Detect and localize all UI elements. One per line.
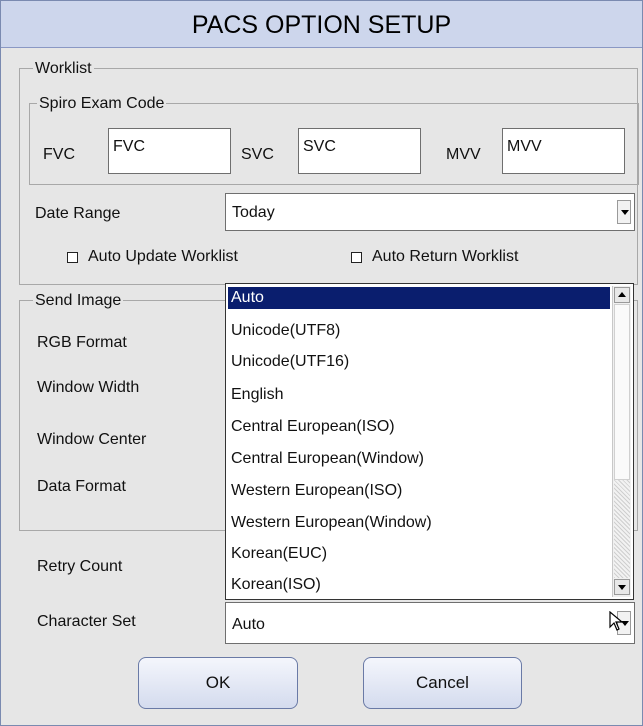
list-item[interactable]: Central European(Window): [228, 448, 610, 470]
list-item[interactable]: Korean(ISO): [228, 574, 610, 596]
pacs-option-setup-dialog: PACS OPTION SETUP Worklist Spiro Exam Co…: [0, 0, 643, 726]
date-range-value: Today: [232, 204, 275, 221]
list-item[interactable]: Korean(EUC): [228, 543, 610, 565]
date-range-label: Date Range: [35, 205, 121, 222]
scrollbar-thumb[interactable]: [614, 304, 630, 480]
retry-count-label: Retry Count: [37, 558, 123, 575]
list-item[interactable]: Auto: [228, 287, 610, 309]
arrow-up-icon[interactable]: [614, 287, 630, 303]
dialog-title: PACS OPTION SETUP: [1, 1, 642, 48]
character-set-dropdown-list[interactable]: Auto Unicode(UTF8) Unicode(UTF16) Englis…: [225, 283, 634, 600]
spiro-exam-code-legend: Spiro Exam Code: [37, 95, 167, 113]
worklist-legend: Worklist: [33, 60, 94, 78]
mvv-label: MVV: [446, 146, 481, 163]
send-image-legend: Send Image: [33, 292, 124, 310]
cancel-button[interactable]: Cancel: [363, 657, 522, 709]
scrollbar-track[interactable]: [614, 480, 630, 578]
window-center-label: Window Center: [37, 431, 147, 448]
dropdown-scrollbar[interactable]: [612, 286, 631, 597]
list-item[interactable]: Western European(Window): [228, 512, 610, 534]
character-set-value: Auto: [232, 616, 265, 633]
list-item[interactable]: Unicode(UTF16): [228, 351, 610, 373]
list-item[interactable]: Western European(ISO): [228, 480, 610, 502]
ok-button[interactable]: OK: [138, 657, 298, 709]
list-item[interactable]: English: [228, 384, 610, 406]
auto-return-worklist-label[interactable]: Auto Return Worklist: [372, 247, 518, 267]
auto-return-worklist-checkbox[interactable]: [351, 252, 362, 263]
character-set-label: Character Set: [37, 613, 136, 630]
arrow-down-icon[interactable]: [614, 579, 630, 595]
list-item[interactable]: Central European(ISO): [228, 416, 610, 438]
character-set-select[interactable]: Auto: [225, 602, 635, 644]
date-range-select[interactable]: Today: [225, 193, 635, 231]
fvc-label: FVC: [43, 146, 75, 163]
svc-label: SVC: [241, 146, 274, 163]
data-format-label: Data Format: [37, 478, 126, 495]
rgb-format-label: RGB Format: [37, 334, 127, 351]
list-item[interactable]: Unicode(UTF8): [228, 320, 610, 342]
chevron-down-icon[interactable]: [617, 200, 631, 224]
mvv-input[interactable]: MVV: [502, 128, 625, 174]
window-width-label: Window Width: [37, 379, 140, 396]
auto-update-worklist-checkbox[interactable]: [67, 252, 78, 263]
auto-update-worklist-label[interactable]: Auto Update Worklist: [88, 247, 238, 267]
svc-input[interactable]: SVC: [298, 128, 421, 174]
fvc-input[interactable]: FVC: [108, 128, 231, 174]
mouse-pointer-icon: [609, 611, 624, 631]
